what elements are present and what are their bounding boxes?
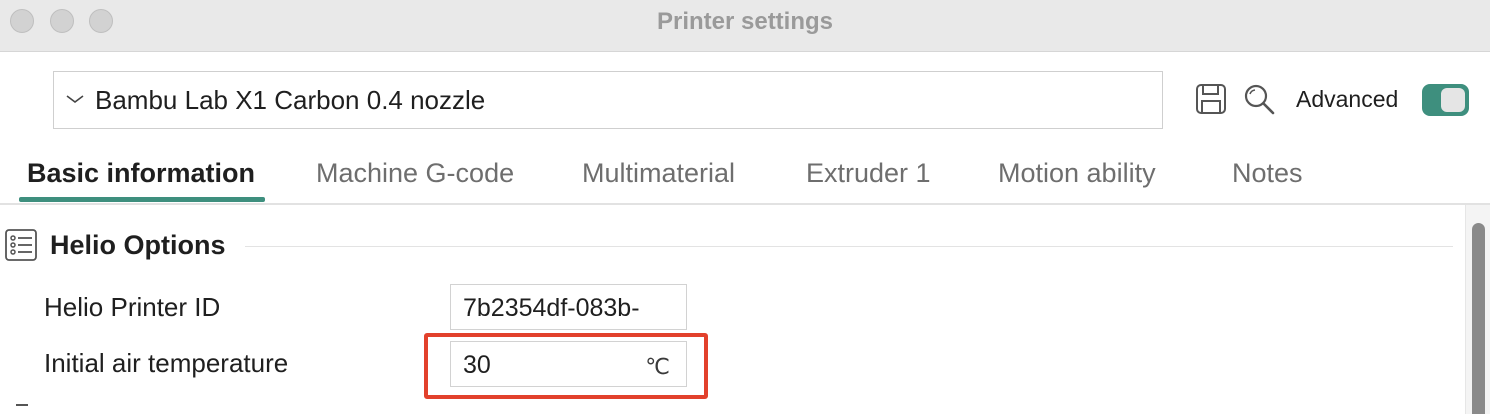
preset-name: Bambu Lab X1 Carbon 0.4 nozzle [95,85,486,115]
scrollbar[interactable] [1465,205,1490,414]
chevron-down-icon [66,95,84,103]
search-icon[interactable] [1242,82,1276,116]
tab-extruder-1[interactable]: Extruder 1 [806,158,931,189]
tab-motion-ability[interactable]: Motion ability [998,158,1156,189]
window-title: Printer settings [656,8,834,35]
helio-printer-id-label: Helio Printer ID [44,292,221,322]
tab-basic-information[interactable]: Basic information [27,158,255,189]
section-divider [245,246,1453,247]
advanced-toggle[interactable] [1422,84,1469,116]
printer-preset-dropdown[interactable]: Bambu Lab X1 Carbon 0.4 nozzle [53,71,1163,129]
advanced-label: Advanced [1296,86,1399,112]
active-tab-indicator [19,197,265,202]
list-settings-icon [5,229,37,261]
helio-printer-id-field[interactable]: 7b2354df-083b- [450,284,687,330]
tab-machine-gcode[interactable]: Machine G-code [316,158,514,189]
tab-notes[interactable]: Notes [1232,158,1303,189]
section-title: Helio Options [50,230,226,260]
title-bar: Printer settings [0,0,1490,52]
helio-printer-id-value: 7b2354df-083b- [463,294,640,322]
save-icon[interactable] [1194,82,1228,116]
partial-icon [16,404,28,414]
scrollbar-thumb[interactable] [1472,223,1485,414]
tab-multimaterial[interactable]: Multimaterial [582,158,735,189]
highlight-box [424,333,708,399]
toggle-knob [1441,88,1465,112]
tab-bar: Basic information Machine G-code Multima… [0,150,1490,205]
initial-air-temperature-label: Initial air temperature [44,348,289,378]
